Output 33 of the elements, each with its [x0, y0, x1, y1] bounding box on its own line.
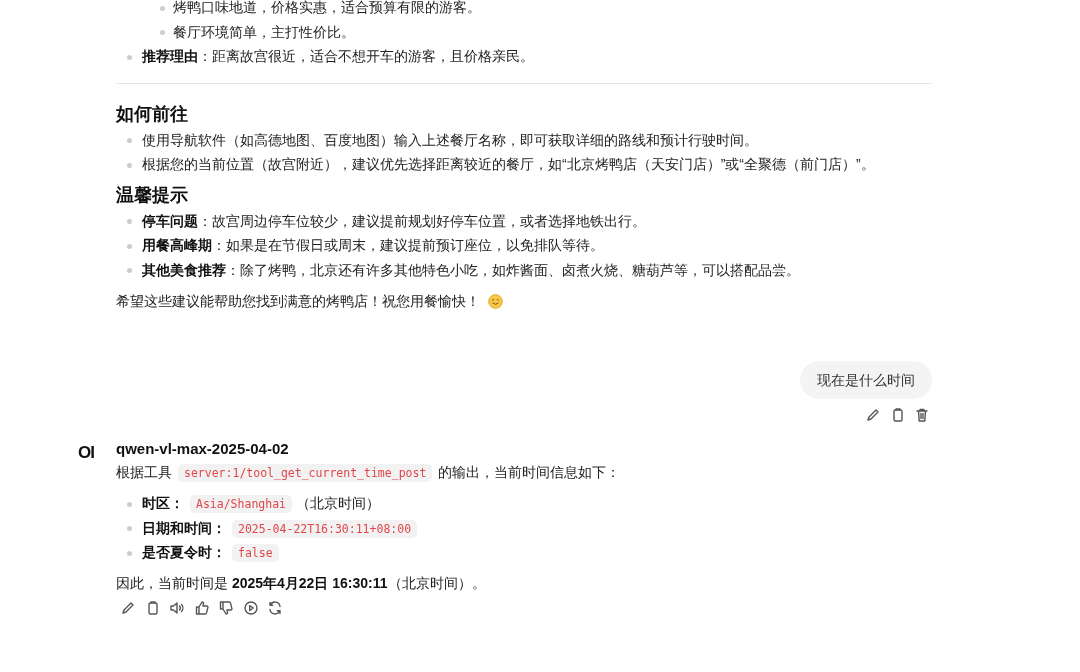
- inline-code: 2025-04-22T16:30:11+08:00: [232, 519, 418, 538]
- field-label: 是否夏令时：: [142, 544, 226, 563]
- section-heading: 如何前往: [116, 102, 189, 126]
- list-item-text: 使用导航软件（如高德地图、百度地图）输入上述餐厅名称，即可获取详细的路线和预计行驶时间。: [142, 131, 758, 150]
- refresh-icon[interactable]: [267, 599, 283, 616]
- edit-icon[interactable]: [865, 407, 881, 423]
- speaker-icon[interactable]: [169, 599, 185, 616]
- list-item-text: 根据您的当前位置（故宫附近），建议优先选择距离较近的餐厅，如“北京烤鸭店（天安门店）”或“全聚德（前门店）”。: [142, 156, 875, 175]
- list-item-text: 烤鸭口味地道，价格实惠，适合预算有限的游客。: [173, 0, 481, 18]
- user-message-bubble: 现在是什么时间: [800, 361, 932, 399]
- message-text: 根据工具: [116, 464, 172, 482]
- model-logo: OI: [78, 442, 95, 464]
- inline-code: server:1/tool_get_current_time_post: [178, 464, 433, 482]
- list-item-text: 停车问题：故宫周边停车位较少，建议提前规划好停车位置，或者选择地铁出行。: [142, 212, 646, 231]
- message-text: 因此，当前时间是 2025年4月22日 16:30:11（北京时间）。: [116, 573, 486, 593]
- trash-icon[interactable]: [914, 407, 930, 423]
- play-circle-icon[interactable]: [242, 599, 259, 616]
- inline-code: false: [232, 544, 279, 563]
- list-item-text: 其他美食推荐：除了烤鸭，北京还有许多其他特色小吃，如炸酱面、卤煮火烧、糖葫芦等，可以搭配品尝。: [142, 261, 800, 280]
- model-name: qwen-vl-max-2025-04-02: [116, 439, 289, 459]
- message-text: 的输出，当前时间信息如下：: [438, 464, 621, 482]
- thumbs-down-icon[interactable]: [218, 599, 234, 616]
- message-text: （北京时间）: [296, 495, 380, 514]
- smiley-icon: [488, 294, 503, 309]
- section-heading: 温馨提示: [116, 183, 189, 207]
- list-item-text: 用餐高峰期：如果是在节假日或周末，建议提前预订座位，以免排队等待。: [142, 237, 604, 256]
- field-label: 日期和时间：: [142, 519, 226, 538]
- thumbs-up-icon[interactable]: [193, 599, 210, 616]
- closing-text: 希望这些建议能帮助您找到满意的烤鸭店！祝您用餐愉快！: [116, 293, 480, 309]
- inline-code: Asia/Shanghai: [190, 495, 292, 514]
- list-item-text: 餐厅环境简单，主打性价比。: [173, 23, 355, 42]
- field-label: 时区：: [142, 495, 184, 514]
- list-item-text: 推荐理由：距离故宫很近，适合不想开车的游客，且价格亲民。: [142, 48, 534, 67]
